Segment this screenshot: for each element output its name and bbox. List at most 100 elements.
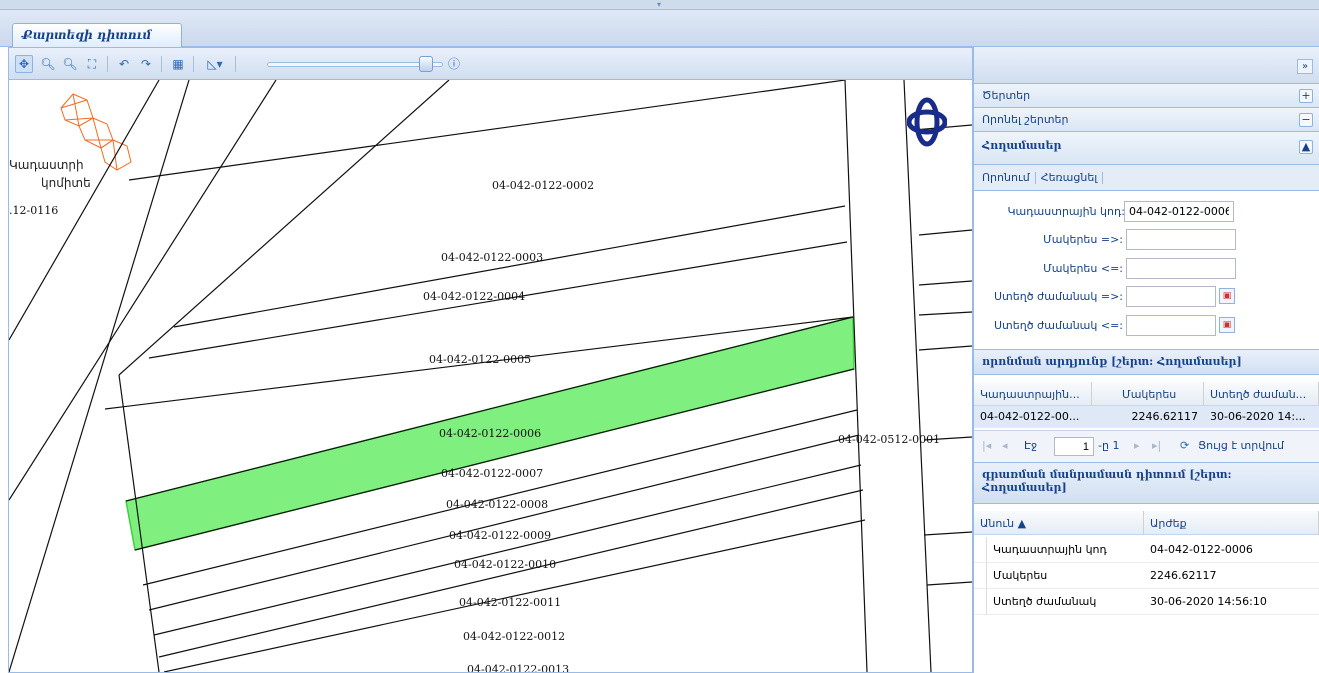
accordion-layers[interactable]: Ծերտեր +: [974, 84, 1319, 108]
form-row-area-max: Մակերես <=:: [974, 256, 1319, 282]
first-page-icon[interactable]: |◂: [982, 439, 991, 452]
col-area[interactable]: Մակերես: [1092, 382, 1204, 406]
collapse-up-icon[interactable]: ▲: [1299, 140, 1313, 154]
measure-tool-icon[interactable]: ◺▾: [201, 55, 229, 73]
details-title-line2: Հողամասեր]: [982, 481, 1067, 494]
zoom-out-icon[interactable]: 🔍︎: [61, 55, 79, 73]
map-canvas[interactable]: Կադաստրի կոմիտե .12-0116 04-042-0122-000…: [9, 80, 972, 672]
form-row-cadastral: Կադաստրային կոդ:: [974, 199, 1319, 225]
parcel-label-0512: 04-042-0512-0001: [838, 433, 941, 446]
side-panel-toolbar: »: [974, 47, 1319, 84]
area-max-label: Մակերես <=:: [1043, 262, 1123, 275]
select-features-icon[interactable]: ▦: [169, 55, 187, 73]
detail-name: Կադաստրային կոդ: [986, 537, 1144, 563]
zoom-extent-icon[interactable]: ⛶: [83, 55, 101, 73]
result-code: 04-042-0122-00...: [980, 410, 1080, 423]
toolbar-separator: [107, 56, 108, 72]
details-title-line1: գրառման մանրամասն դիտում [շերտ:: [982, 468, 1232, 481]
next-page-icon[interactable]: ▸: [1134, 439, 1140, 452]
app-window: ▾ Քարտեզի դիտում ✥ 🔍︎ 🔍︎ ⛶ ↶ ↷ ▦ ◺▾ ⓘ Կա…: [0, 0, 1319, 673]
created-to-input[interactable]: [1126, 315, 1216, 336]
area-max-input[interactable]: [1126, 258, 1236, 279]
page-label: Էջ: [1024, 439, 1038, 452]
col-name[interactable]: Անուն ▲: [974, 511, 1144, 535]
parcel-label-0008: 04-042-0122-0008: [446, 498, 549, 511]
parcel-label-0006: 04-042-0122-0006: [439, 427, 542, 440]
detail-name: Ստեղծ ժամանակ: [986, 589, 1144, 615]
results-pager: |◂ ◂ Էջ -ը 1 ▸ ▸| ⟳ Ցույց է տրվում: [974, 430, 1319, 462]
parcel-label-0007: 04-042-0122-0007: [441, 467, 544, 480]
pager-status: Ցույց է տրվում: [1198, 439, 1284, 452]
accordion-layers-label: Ծերտեր: [982, 89, 1031, 102]
toolbar-separator: [235, 56, 236, 72]
refresh-icon[interactable]: ⟳: [1180, 439, 1189, 452]
prev-page-icon[interactable]: ◂: [1002, 439, 1008, 452]
result-created: 30-06-2020 14:...: [1210, 410, 1306, 423]
form-row-area-min: Մակերես =>:: [974, 227, 1319, 253]
detail-name: Մակերես: [986, 563, 1144, 589]
parcel-label-0005: 04-042-0122-0005: [429, 353, 532, 366]
parcel-label-0004: 04-042-0122-0004: [423, 290, 526, 303]
cadastral-code-input[interactable]: [1124, 201, 1234, 222]
collapse-icon[interactable]: −: [1299, 113, 1313, 127]
col-value[interactable]: Արժեք: [1144, 511, 1319, 535]
form-row-created-to: Ստեղծ ժամանակ <=: ▣: [974, 313, 1319, 339]
results-grid-header: Կադաստրային... Մակերես Ստեղծ ժաման...: [974, 382, 1319, 406]
calendar-icon[interactable]: ▣: [1219, 317, 1235, 333]
created-from-input[interactable]: [1126, 286, 1216, 307]
logo-text-committee: կոմիտե: [41, 176, 91, 190]
toolbar-separator: [193, 56, 194, 72]
pan-tool-icon[interactable]: ✥: [15, 55, 33, 73]
expand-panel-icon[interactable]: »: [1297, 59, 1313, 74]
form-row-created-from: Ստեղծ ժամանակ =>: ▣: [974, 284, 1319, 310]
details-row[interactable]: Ստեղծ ժամանակ 30-06-2020 14:56:10: [974, 589, 1319, 615]
parcel-label-0009: 04-042-0122-0009: [449, 529, 552, 542]
tab-map-view[interactable]: Քարտեզի դիտում: [12, 23, 182, 48]
area-min-input[interactable]: [1126, 229, 1236, 250]
details-row[interactable]: Կադաստրային կոդ 04-042-0122-0006: [974, 537, 1319, 563]
next-extent-icon[interactable]: ↷: [137, 55, 155, 73]
parcel-label-0003: 04-042-0122-0003: [441, 251, 544, 264]
created-to-label: Ստեղծ ժամանակ <=:: [994, 319, 1123, 332]
previous-extent-icon[interactable]: ↶: [115, 55, 133, 73]
last-page-icon[interactable]: ▸|: [1152, 439, 1161, 452]
detail-value: 04-042-0122-0006: [1150, 543, 1253, 556]
reset-button[interactable]: Հեռացնել: [1041, 171, 1098, 184]
expand-icon[interactable]: +: [1299, 89, 1313, 103]
top-strip: ▾: [0, 0, 1319, 10]
search-toolbar: Որոնում Հեռացնել: [974, 165, 1319, 191]
details-row[interactable]: Մակերես 2246.62117: [974, 563, 1319, 589]
col-cadastral[interactable]: Կադաստրային...: [974, 382, 1092, 406]
toolbar-separator: [1034, 172, 1036, 184]
accordion-search-layers[interactable]: Որոնել շերտեր −: [974, 108, 1319, 132]
side-panel: » Ծերտեր + Որոնել շերտեր − Հողամասեր ▲ Ո…: [973, 47, 1319, 673]
logo-text-cadastre: Կադաստրի: [9, 158, 84, 172]
cadastral-code-label: Կադաստրային կոդ:: [1007, 205, 1125, 218]
toolbar-separator: [1102, 172, 1104, 184]
col-created[interactable]: Ստեղծ ժաման...: [1204, 382, 1319, 406]
pan-navigation-icon[interactable]: [907, 92, 947, 152]
map-panel: ✥ 🔍︎ 🔍︎ ⛶ ↶ ↷ ▦ ◺▾ ⓘ Կադաստրի կոմիտե .12…: [8, 47, 973, 673]
zoom-in-icon[interactable]: 🔍︎: [39, 55, 57, 73]
page-number-input[interactable]: [1054, 437, 1094, 456]
info-icon[interactable]: ⓘ: [445, 55, 463, 73]
page-of-label: -ը 1: [1098, 439, 1120, 452]
accordion-land-plots[interactable]: Հողամասեր ▲: [974, 132, 1319, 165]
calendar-icon[interactable]: ▣: [1219, 288, 1235, 304]
toolbar-separator: [161, 56, 162, 72]
parcel-label-0012: 04-042-0122-0012: [463, 630, 566, 643]
zoom-slider-thumb[interactable]: [419, 56, 433, 72]
results-row[interactable]: 04-042-0122-00... 2246.62117 30-06-2020 …: [974, 406, 1319, 428]
parcel-label-0002: 04-042-0122-0002: [492, 179, 595, 192]
accordion-search-layers-label: Որոնել շերտեր: [982, 113, 1069, 126]
parcel-label-0011: 04-042-0122-0011: [459, 596, 562, 609]
collapse-handle-icon[interactable]: ▾: [648, 1, 670, 9]
details-header: գրառման մանրամասն դիտում [շերտ: Հողամասե…: [974, 462, 1319, 504]
search-button[interactable]: Որոնում: [982, 171, 1030, 184]
parcel-boundaries: [9, 80, 972, 672]
tab-bar: Քարտեզի դիտում: [0, 10, 1319, 48]
detail-value: 2246.62117: [1150, 569, 1217, 582]
accordion-land-plots-label: Հողամասեր: [982, 139, 1062, 152]
area-min-label: Մակերես =>:: [1043, 233, 1123, 246]
zoom-slider-track[interactable]: [267, 62, 443, 67]
